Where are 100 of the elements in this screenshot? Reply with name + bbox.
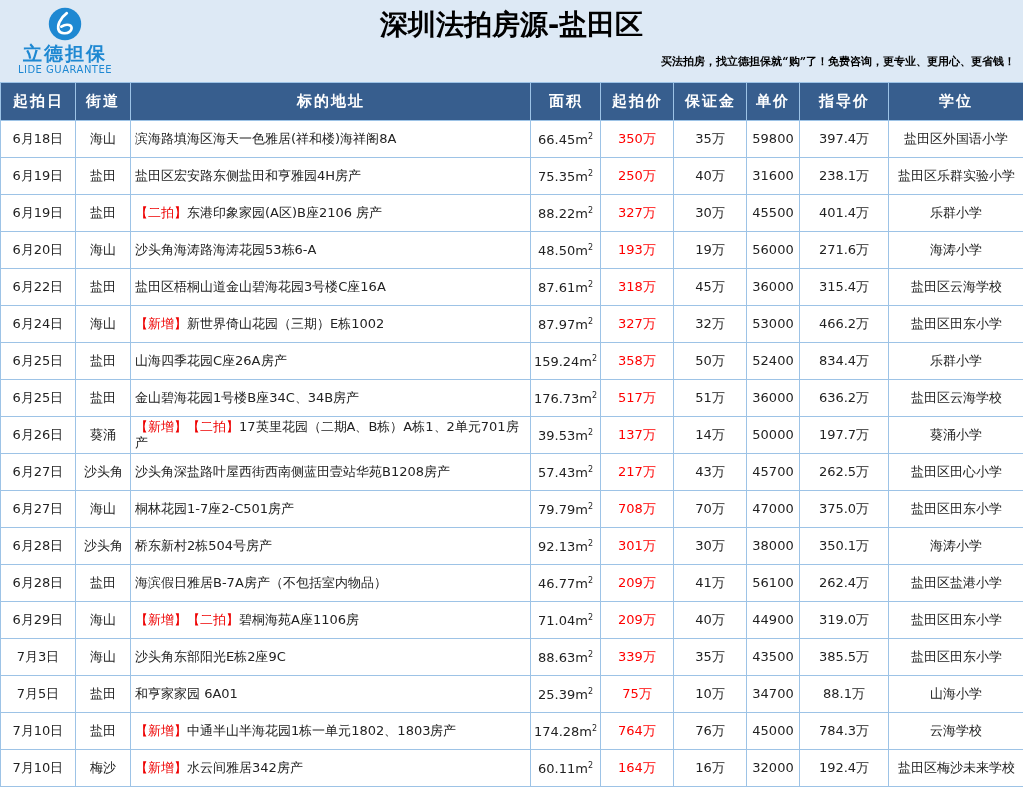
column-header: 起拍日	[0, 82, 76, 121]
table-cell: 桐林花园1-7座2-C501房产	[130, 490, 531, 528]
table-cell: 40万	[673, 157, 747, 195]
table-cell: 47000	[746, 490, 800, 528]
table-cell: 盐田	[75, 564, 131, 602]
table-cell: 金山碧海花园1号楼B座34C、34B房产	[130, 379, 531, 417]
table-cell: 88.1万	[799, 675, 889, 713]
table-cell: 盐田	[75, 268, 131, 306]
table-cell: 56000	[746, 231, 800, 269]
table-cell: 375.0万	[799, 490, 889, 528]
table-cell: 137万	[600, 416, 674, 454]
table-cell: 6月25日	[0, 379, 76, 417]
table-cell: 【新增】【二拍】碧桐海苑A座1106房	[130, 601, 531, 639]
table-cell: 87.61m$^{2}$	[530, 268, 601, 306]
table-cell: 31600	[746, 157, 800, 195]
table-cell: 350万	[600, 120, 674, 158]
table-cell: 6月25日	[0, 342, 76, 380]
table-cell: 【新增】【二拍】17英里花园（二期A、B栋）A栋1、2单元701房产	[130, 416, 531, 454]
table-cell: 6月20日	[0, 231, 76, 269]
table-cell: 盐田	[75, 712, 131, 750]
table-cell: 784.3万	[799, 712, 889, 750]
table-cell: 358万	[600, 342, 674, 380]
table-cell: 盐田区宏安路东侧盐田和亨雅园4H房产	[130, 157, 531, 195]
table-cell: 79.79m$^{2}$	[530, 490, 601, 528]
table-cell: 沙头角	[75, 527, 131, 565]
table-cell: 7月10日	[0, 712, 76, 750]
table-cell: 海山	[75, 638, 131, 676]
table-cell: 41万	[673, 564, 747, 602]
table-cell: 238.1万	[799, 157, 889, 195]
table-cell: 25.39m$^{2}$	[530, 675, 601, 713]
table-cell: 盐田	[75, 675, 131, 713]
table-cell: 6月19日	[0, 157, 76, 195]
table-cell: 319.0万	[799, 601, 889, 639]
table-cell: 636.2万	[799, 379, 889, 417]
column-header: 学位	[888, 82, 1023, 121]
table-cell: 38000	[746, 527, 800, 565]
table-cell: 327万	[600, 305, 674, 343]
table-cell: 36000	[746, 379, 800, 417]
column-header: 单价	[746, 82, 800, 121]
table-cell: 34700	[746, 675, 800, 713]
table-cell: 466.2万	[799, 305, 889, 343]
table-cell: 40万	[673, 601, 747, 639]
table-cell: 海山	[75, 601, 131, 639]
table-cell: 6月26日	[0, 416, 76, 454]
table-cell: 35万	[673, 638, 747, 676]
table-cell: 192.4万	[799, 749, 889, 787]
table-cell: 59800	[746, 120, 800, 158]
column-header: 街道	[75, 82, 131, 121]
table-cell: 834.4万	[799, 342, 889, 380]
table-cell: 60.11m$^{2}$	[530, 749, 601, 787]
table-cell: 6月18日	[0, 120, 76, 158]
table-cell: 209万	[600, 601, 674, 639]
table-cell: 385.5万	[799, 638, 889, 676]
table-cell: 44900	[746, 601, 800, 639]
table-cell: 【新增】水云间雅居342房产	[130, 749, 531, 787]
table-cell: 164万	[600, 749, 674, 787]
table-cell: 35万	[673, 120, 747, 158]
table-cell: 43万	[673, 453, 747, 491]
logo-subtext: LIDE GUARANTEE	[17, 64, 113, 76]
table-cell: 盐田区梧桐山道金山碧海花园3号楼C座16A	[130, 268, 531, 306]
table-cell: 75万	[600, 675, 674, 713]
table-cell: 梅沙	[75, 749, 131, 787]
column-header: 标的地址	[130, 82, 531, 121]
table-cell: 56100	[746, 564, 800, 602]
table-cell: 10万	[673, 675, 747, 713]
table-cell: 176.73m$^{2}$	[530, 379, 601, 417]
table-cell: 盐田	[75, 194, 131, 232]
table-cell: 271.6万	[799, 231, 889, 269]
table-cell: 517万	[600, 379, 674, 417]
logo-text: 立德担保	[23, 42, 107, 64]
table-cell: 19万	[673, 231, 747, 269]
table-cell: 193万	[600, 231, 674, 269]
table-cell: 159.24m$^{2}$	[530, 342, 601, 380]
table-cell: 262.4万	[799, 564, 889, 602]
column-header: 保证金	[673, 82, 747, 121]
table-cell: 339万	[600, 638, 674, 676]
table-cell: 318万	[600, 268, 674, 306]
table-cell: 209万	[600, 564, 674, 602]
table-cell: 197.7万	[799, 416, 889, 454]
table-cell: 88.22m$^{2}$	[530, 194, 601, 232]
table-cell: 350.1万	[799, 527, 889, 565]
table-cell: 45700	[746, 453, 800, 491]
table-cell: 46.77m$^{2}$	[530, 564, 601, 602]
table-cell: 39.53m$^{2}$	[530, 416, 601, 454]
table-cell: 71.04m$^{2}$	[530, 601, 601, 639]
table-cell: 沙头角海涛路海涛花园53栋6-A	[130, 231, 531, 269]
table-cell: 51万	[673, 379, 747, 417]
table-cell: 45000	[746, 712, 800, 750]
column-header: 指导价	[799, 82, 889, 121]
table-cell: 【新增】新世界倚山花园（三期）E栋1002	[130, 305, 531, 343]
table-cell: 7月3日	[0, 638, 76, 676]
table-cell: 盐田	[75, 157, 131, 195]
table-cell: 217万	[600, 453, 674, 491]
table-cell: 山海四季花园C座26A房产	[130, 342, 531, 380]
table-cell: 盐田	[75, 379, 131, 417]
table-cell: 30万	[673, 527, 747, 565]
table-cell: 6月28日	[0, 527, 76, 565]
table-cell: 57.43m$^{2}$	[530, 453, 601, 491]
column-header: 起拍价	[600, 82, 674, 121]
table-cell: 764万	[600, 712, 674, 750]
